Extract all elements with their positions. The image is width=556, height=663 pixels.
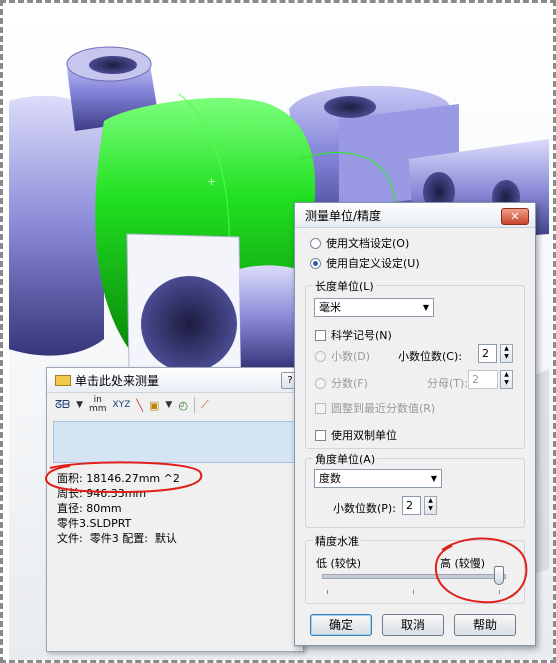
chevron-down-icon[interactable]: ▼ <box>165 400 172 410</box>
radio-icon[interactable] <box>310 237 321 249</box>
measure-toolbar: ᘔᗷ ▼ in mm XYZ ╲ ▣ ▼ ◴ ⟋ <box>47 393 303 417</box>
result-configuration: 文件: 零件3 配置: 默认 <box>57 532 177 545</box>
angle-group-label: 角度单位(A) <box>313 451 378 467</box>
xyz-dimensions-icon[interactable]: XYZ <box>113 400 131 410</box>
front-hole <box>141 276 237 372</box>
measure-title: 单击此处来测量 <box>75 373 160 388</box>
radio-selected-icon[interactable] <box>310 257 321 269</box>
precision-annotation-circle <box>434 537 528 604</box>
length-unit-value: 毫米 <box>319 301 341 314</box>
create-sensor-icon[interactable]: ⟋ <box>201 398 209 412</box>
decimal-places-label: 小数位数(C): <box>398 350 462 363</box>
chevron-down-icon: ▼ <box>422 303 429 312</box>
angle-unit-select[interactable]: 度数 ▼ <box>314 469 442 488</box>
precision-low-label: 低 (较快) <box>316 557 362 570</box>
denominator-stepper[interactable]: ▲ ▼ <box>500 370 513 389</box>
toolbar-divider <box>193 397 195 413</box>
slider-tick <box>413 590 414 594</box>
chevron-down-icon[interactable]: ▼ <box>76 400 83 410</box>
units-precision-icon[interactable]: in mm <box>89 396 107 414</box>
cancel-button[interactable]: 取消 <box>382 614 444 636</box>
use-custom-settings-option[interactable]: 使用自定义设定(U) <box>310 255 420 271</box>
checkbox-icon[interactable] <box>315 329 326 341</box>
result-part-file: 零件3.SLDPRT <box>57 517 132 530</box>
dual-units-label: 使用双制单位 <box>331 429 397 442</box>
scientific-label: 科学记号(N) <box>331 329 392 342</box>
close-button[interactable]: ✕ <box>501 208 529 225</box>
angle-places-label: 小数位数(P): <box>333 502 396 515</box>
right-block-top-hole <box>324 96 376 118</box>
angle-unit-value: 度数 <box>319 472 341 485</box>
decimal-places-stepper[interactable]: ▲ ▼ <box>500 344 513 363</box>
radio-icon[interactable] <box>315 377 326 389</box>
measure-title-bar[interactable]: 单击此处来测量 <box>47 368 303 393</box>
denominator-label: 分母(T): <box>427 377 469 390</box>
denominator-input[interactable]: 2 <box>468 370 498 389</box>
length-unit-select[interactable]: 毫米 ▼ <box>314 298 434 317</box>
checkbox-icon[interactable] <box>315 402 326 414</box>
dual-units-option[interactable]: 使用双制单位 <box>315 427 397 443</box>
round-nearest-option[interactable]: 圆整到最近分数值(R) <box>315 400 435 416</box>
selection-box[interactable] <box>53 421 297 463</box>
ruler-icon <box>55 374 71 386</box>
top-boss-hole <box>89 56 137 74</box>
length-group-label: 长度单位(L) <box>313 278 376 294</box>
coordinate-system-icon[interactable]: ▣ <box>149 399 159 412</box>
use-document-settings-option[interactable]: 使用文档设定(O) <box>310 235 409 251</box>
use-document-label: 使用文档设定(O) <box>326 237 410 250</box>
point-to-point-icon[interactable]: ╲ <box>136 399 143 412</box>
dialog-title-bar[interactable]: 测量单位/精度 <box>295 203 535 228</box>
measure-history-icon[interactable]: ◴ <box>178 399 188 412</box>
decimal-option[interactable]: 小数(D) <box>315 348 370 364</box>
arc-circle-options-icon[interactable]: ᘔᗷ <box>55 398 70 412</box>
decimal-places-input[interactable]: 2 <box>478 344 497 363</box>
use-custom-label: 使用自定义设定(U) <box>326 257 420 270</box>
help-button[interactable]: 帮助 <box>454 614 516 636</box>
chevron-down-icon: ▼ <box>430 474 437 483</box>
round-nearest-label: 圆整到最近分数值(R) <box>331 402 436 415</box>
angle-places-input[interactable]: 2 <box>402 496 421 515</box>
checkbox-icon[interactable] <box>315 429 326 441</box>
measure-panel[interactable]: 单击此处来测量 ? ᘔᗷ ▼ in mm XYZ ╲ ▣ ▼ ◴ ⟋ 面积: 1… <box>46 367 304 652</box>
precision-group-label: 精度水准 <box>313 533 361 549</box>
angle-places-stepper[interactable]: ▲ ▼ <box>424 496 437 515</box>
decimal-label: 小数(D) <box>331 350 371 363</box>
left-cylinder <box>9 95 104 356</box>
ok-button[interactable]: 确定 <box>310 614 372 636</box>
fraction-label: 分数(F) <box>331 377 368 390</box>
radio-icon[interactable] <box>315 350 326 362</box>
center-mark: + <box>207 175 216 188</box>
slider-tick <box>327 590 328 594</box>
fraction-option[interactable]: 分数(F) <box>315 375 368 391</box>
dialog-title: 测量单位/精度 <box>305 208 382 223</box>
scientific-notation-option[interactable]: 科学记号(N) <box>315 327 392 343</box>
area-annotation-circle <box>45 461 203 494</box>
result-diameter: 直径: 80mm <box>57 502 122 515</box>
